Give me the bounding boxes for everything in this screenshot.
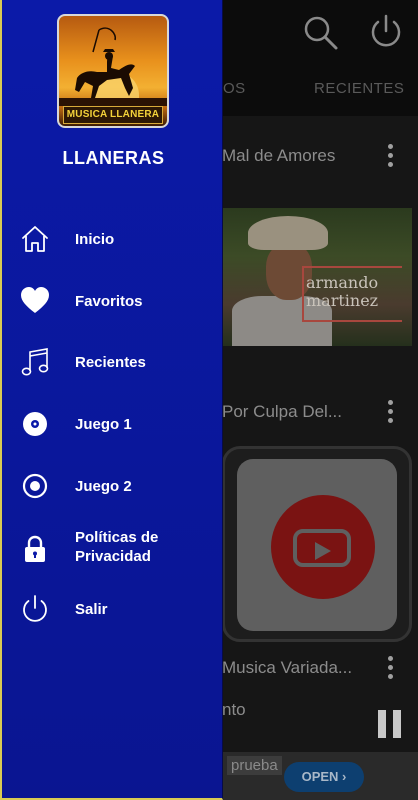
menu-item-favoritos[interactable]: Favoritos (2, 276, 225, 326)
more-options-icon[interactable] (382, 144, 398, 174)
menu-label-juego-2: Juego 2 (75, 478, 132, 495)
youtube-logo-circle (271, 495, 375, 599)
app-logo: MUSICA LLANERA (57, 14, 169, 128)
menu-item-salir[interactable]: Salir (2, 584, 225, 634)
ad-text: prueba (227, 756, 282, 775)
menu-item-recientes[interactable]: Recientes (2, 337, 225, 387)
play-triangle-icon (315, 542, 331, 560)
tab-favoritos[interactable]: OS (223, 80, 246, 97)
logo-banner: MUSICA LLANERA (63, 106, 163, 124)
hat-shape (248, 216, 328, 250)
menu-item-inicio[interactable]: Inicio (2, 214, 225, 264)
search-icon[interactable] (300, 12, 340, 52)
power-icon (23, 595, 47, 622)
logo-text: MUSICA LLANERA (66, 109, 160, 120)
power-icon[interactable] (366, 12, 406, 52)
song-title[interactable]: Por Culpa Del... (222, 402, 342, 422)
youtube-logo-background (237, 459, 397, 631)
caption-frame (302, 266, 402, 322)
menu-label-politicas: Políticas de Privacidad (75, 529, 159, 565)
youtube-play-button-icon (293, 529, 351, 567)
music-note-icon (21, 348, 49, 376)
more-options-icon[interactable] (382, 656, 398, 686)
tab-recientes[interactable]: RECIENTES (314, 80, 404, 97)
radio-button-icon (22, 473, 48, 499)
heart-icon (21, 287, 49, 313)
song-thumbnail[interactable] (222, 446, 412, 642)
now-playing-title: nto (222, 700, 246, 719)
navigation-drawer: MUSICA LLANERA LLANERAS Inicio Favoritos… (0, 0, 223, 800)
ad-banner[interactable]: prueba OPEN › (222, 752, 418, 800)
song-thumbnail[interactable]: armando martinez (222, 208, 412, 346)
pause-icon[interactable] (378, 710, 402, 738)
song-title[interactable]: Musica Variada... (222, 658, 352, 678)
menu-label-salir: Salir (75, 601, 108, 618)
menu-item-juego-1[interactable]: Juego 1 (2, 398, 225, 448)
ad-open-label: OPEN (301, 769, 339, 784)
home-icon (22, 226, 48, 252)
ad-open-button[interactable]: OPEN › (284, 762, 364, 792)
disc-icon (23, 412, 47, 436)
menu-item-politicas[interactable]: Políticas de Privacidad (2, 524, 225, 580)
song-title[interactable]: Mal de Amores (222, 146, 335, 166)
lock-icon (25, 535, 45, 562)
menu-label-favoritos: Favoritos (75, 293, 143, 310)
menu-label-recientes: Recientes (75, 354, 146, 371)
menu-label-juego-1: Juego 1 (75, 416, 132, 433)
thumbnail-caption: armando martinez (302, 266, 406, 322)
menu-item-juego-2[interactable]: Juego 2 (2, 460, 225, 510)
drawer-title: LLANERAS (62, 148, 165, 168)
more-options-icon[interactable] (382, 400, 398, 430)
menu-label-inicio: Inicio (75, 231, 115, 248)
